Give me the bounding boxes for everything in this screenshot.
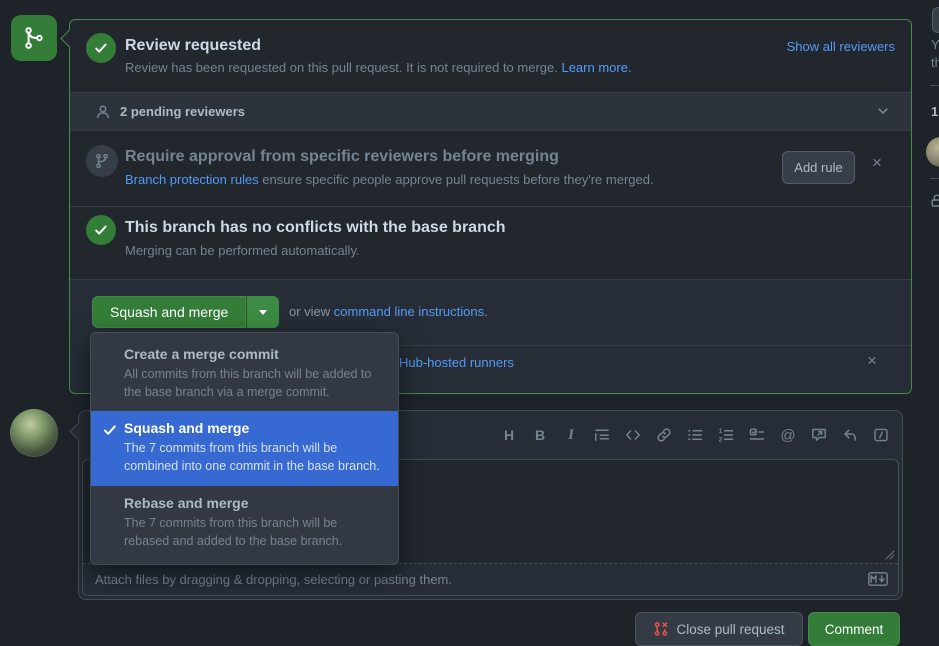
reply-icon[interactable] <box>841 426 859 444</box>
menu-item-title: Squash and merge <box>124 420 382 436</box>
dismiss-runners-icon[interactable]: × <box>867 352 877 369</box>
resize-grip-icon[interactable] <box>883 548 895 560</box>
menu-item-rebase-and-merge[interactable]: Rebase and merge The 7 commits from this… <box>91 486 398 560</box>
divider <box>70 206 911 207</box>
link-icon[interactable] <box>655 426 673 444</box>
menu-item-create-merge-commit[interactable]: Create a merge commit All commits from t… <box>91 337 398 411</box>
menu-item-title: Rebase and merge <box>124 495 382 511</box>
svg-text:1: 1 <box>719 428 723 435</box>
git-branch-icon <box>86 145 118 177</box>
command-line-hint: or view command line instructions. <box>289 304 488 319</box>
pending-reviewers-row[interactable]: 2 pending reviewers <box>70 92 911 131</box>
check-icon <box>102 422 118 438</box>
mention-icon[interactable]: @ <box>779 426 797 444</box>
git-merge-icon <box>11 15 57 61</box>
branch-protection-description: Branch protection rules ensure specific … <box>125 172 654 187</box>
bold-icon[interactable]: B <box>531 426 549 444</box>
person-icon <box>95 104 111 120</box>
caret-down-icon <box>259 310 267 315</box>
sidebar-text-fragment: th <box>931 55 939 70</box>
branch-protection-rules-link[interactable]: Branch protection rules <box>125 172 259 187</box>
no-conflicts-title: This branch has no conflicts with the ba… <box>125 219 506 237</box>
sidebar-count-fragment: 1 <box>931 104 938 119</box>
slash-command-icon[interactable] <box>872 426 890 444</box>
merge-method-menu: Create a merge commit All commits from t… <box>90 332 399 565</box>
check-circle-icon <box>86 215 116 245</box>
close-pull-request-button[interactable]: Close pull request <box>635 612 803 646</box>
or-view-text: or view <box>289 304 334 319</box>
review-requested-text: Review has been requested on this pull r… <box>125 60 558 75</box>
attach-files-bar[interactable]: Attach files by dragging & dropping, sel… <box>83 563 898 595</box>
comment-button[interactable]: Comment <box>808 612 900 646</box>
cross-reference-icon[interactable] <box>810 426 828 444</box>
unordered-list-icon[interactable] <box>686 426 704 444</box>
pending-reviewers-label: 2 pending reviewers <box>120 104 245 119</box>
command-line-instructions-link[interactable]: command line instructions <box>334 304 484 319</box>
menu-item-description: The 7 commits from this branch will be r… <box>124 514 382 550</box>
sidebar-partial-button[interactable] <box>932 7 939 33</box>
user-avatar[interactable] <box>10 409 58 457</box>
branch-protection-text: ensure specific people approve pull requ… <box>259 172 654 187</box>
add-rule-button[interactable]: Add rule <box>782 151 855 184</box>
squash-and-merge-button[interactable]: Squash and merge <box>92 296 246 328</box>
divider <box>930 85 939 86</box>
divider <box>378 345 911 346</box>
menu-item-squash-and-merge[interactable]: Squash and merge The 7 commits from this… <box>91 411 398 485</box>
reviewer-avatar[interactable] <box>926 137 939 167</box>
lock-icon <box>929 193 939 209</box>
no-conflicts-description: Merging can be performed automatically. <box>125 243 360 258</box>
markdown-icon <box>868 572 888 586</box>
period-text: . <box>484 304 488 319</box>
attach-files-text: Attach files by dragging & dropping, sel… <box>95 572 452 587</box>
hosted-runners-link-fragment[interactable]: Hub-hosted runners <box>399 355 514 370</box>
menu-item-title: Create a merge commit <box>124 346 382 362</box>
branch-protection-title: Require approval from specific reviewers… <box>125 148 559 166</box>
check-circle-icon <box>86 33 116 63</box>
learn-more-link[interactable]: Learn more. <box>558 60 632 75</box>
dismiss-protection-icon[interactable]: × <box>872 154 882 171</box>
menu-item-description: The 7 commits from this branch will be c… <box>124 439 382 475</box>
quote-icon[interactable] <box>593 426 611 444</box>
italic-icon[interactable]: I <box>562 426 580 444</box>
menu-item-description: All commits from this branch will be add… <box>124 365 382 401</box>
task-list-icon[interactable] <box>748 426 766 444</box>
code-icon[interactable] <box>624 426 642 444</box>
review-requested-title: Review requested <box>125 37 261 55</box>
svg-text:2: 2 <box>719 437 723 443</box>
review-requested-description: Review has been requested on this pull r… <box>125 60 632 75</box>
close-pull-request-label: Close pull request <box>676 622 784 637</box>
show-all-reviewers-link[interactable]: Show all reviewers <box>787 39 895 54</box>
ordered-list-icon[interactable]: 12 <box>717 426 735 444</box>
divider <box>930 178 939 179</box>
merge-button-group: Squash and merge <box>92 296 279 328</box>
pull-request-closed-icon <box>653 621 669 637</box>
heading-icon[interactable]: H <box>500 426 518 444</box>
merge-options-caret-button[interactable] <box>246 296 279 328</box>
chevron-down-icon[interactable] <box>875 103 891 119</box>
sidebar-text-fragment: Y <box>931 37 939 52</box>
